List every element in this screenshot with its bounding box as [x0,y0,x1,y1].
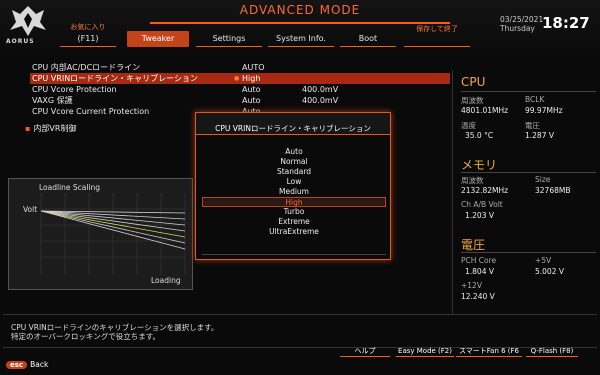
pch-label: PCH Core [461,256,497,265]
back-button[interactable]: esc Back [6,360,48,369]
tab-save-exit-label: 保存して終了 [416,25,458,33]
voltage-section-title: 電圧 [461,238,486,252]
mem-volt-value: 1.203 V [465,211,494,220]
submenu-label: 内部VR制御 [33,124,77,133]
setting-value: High [242,74,261,83]
cpu-temp-label: 温度 [461,121,476,130]
option-high-selected[interactable]: High [202,197,386,207]
tab-favorites-key: (F11) [77,34,99,43]
setting-value: Auto [242,96,261,105]
cpu-section-title: CPU [461,75,486,89]
p12-label: +12V [461,281,482,290]
help-text: CPU VRINロードラインのキャリブレーションを選択します。 特定のオーバーク… [11,323,218,341]
option-auto[interactable]: Auto [202,147,386,157]
setting-row[interactable]: CPU 内部AC/DCロードライン AUTO [30,62,450,73]
option-standard[interactable]: Standard [202,167,386,177]
cpu-bclk-value: 99.97MHz [525,106,563,115]
option-normal[interactable]: Normal [202,157,386,167]
tab-system-info[interactable]: System Info. [268,31,334,47]
p12-value: 12.240 V [461,292,495,301]
p5-label: +5V [535,256,552,265]
memory-section-title: メモリ [461,158,498,172]
tab-favorites-label: お気に入り [70,23,106,31]
help-line: CPU VRINロードラインのキャリブレーションを選択します。 [11,323,219,332]
settings-list: CPU 内部AC/DCロードライン AUTO CPU VRINロードライン・キャ… [30,62,450,117]
cpu-freq-label: 周波数 [461,96,484,105]
loadline-graph: Loadline Scaling Volt Loading [8,178,193,290]
help-line: 特定のオーバークロッキングで役立ちます。 [11,332,160,341]
hardware-monitor-panel: CPU 周波数 BCLK 4801.01MHz 99.97MHz 温度 電圧 3… [452,70,600,315]
submenu-bullet-icon: ▪ [25,124,31,133]
setting-row-selected[interactable]: CPU VRINロードライン・キャリブレーション ● High [30,73,450,84]
mem-freq-value: 2132.82MHz [461,186,509,195]
cpu-bclk-label: BCLK [525,95,545,104]
help-box: CPU VRINロードラインのキャリブレーションを選択します。 特定のオーバーク… [3,314,597,348]
logo-text: AORUS [6,38,35,45]
date-display: 03/25/2021 Thursday [500,15,543,33]
p5-value: 5.002 V [535,267,564,276]
qflash-button[interactable]: Q-Flash (F8) [526,345,578,357]
setting-value: Auto [242,85,261,94]
help-button[interactable]: ヘルプ [340,345,390,357]
setting-label: CPU Vcore Current Protection [32,107,150,116]
setting-label: CPU 内部AC/DCロードライン [32,63,141,72]
setting-value: AUTO [242,63,265,72]
clock: 18:27 [542,14,590,32]
option-low[interactable]: Low [202,177,386,187]
tab-boot[interactable]: Boot [340,31,396,47]
help-area: CPU VRINロードラインのキャリブレーションを選択します。 特定のオーバーク… [0,310,600,375]
graph-plot [40,193,186,275]
options-dialog: CPU VRINロードライン・キャリブレーション Auto Normal Sta… [195,112,391,260]
date-value: 03/25/2021 [500,15,544,24]
mem-volt-label: Ch A/B Volt [461,200,503,209]
back-label: Back [30,360,49,369]
pch-value: 1.804 V [465,267,494,276]
smart-fan-button[interactable]: スマートFan 6 (F6 [456,345,522,357]
easy-mode-button[interactable]: Easy Mode (F2) [396,345,454,357]
tab-favorites[interactable]: お気に入り (F11) [60,23,116,47]
setting-label: CPU Vcore Protection [32,85,117,94]
divider [461,172,596,173]
setting-value-2: 400.0mV [302,85,339,94]
mem-size-label: Size [535,175,551,184]
divider [461,252,596,253]
modified-indicator-icon: ● [234,75,240,82]
option-extreme[interactable]: Extreme [202,217,386,227]
dialog-header: CPU VRINロードライン・キャリブレーション [196,113,390,135]
setting-value-2: 400.0mV [302,96,339,105]
cpu-volt-label: 電圧 [525,121,540,130]
option-turbo[interactable]: Turbo [202,207,386,217]
day-value: Thursday [500,24,535,33]
option-medium[interactable]: Medium [202,187,386,197]
page-title: ADVANCED MODE [239,3,361,17]
cpu-volt-value: 1.287 V [525,131,554,140]
setting-label: CPU VRINロードライン・キャリブレーション [32,74,199,83]
mem-size-value: 32768MB [535,186,571,195]
dialog-option-list: Auto Normal Standard Low Medium High Tur… [202,141,386,255]
cpu-temp-value: 35.0 °C [465,131,494,140]
option-ultraextreme[interactable]: UltraExtreme [202,227,386,237]
dialog-title: CPU VRINロードライン・キャリブレーション [215,124,371,133]
divider [461,91,596,92]
cpu-freq-value: 4801.01MHz [461,106,509,115]
setting-label: VAXG 保護 [32,96,73,105]
mem-freq-label: 周波数 [461,176,484,185]
top-bar: AORUS ADVANCED MODE お気に入り (F11) Tweaker … [0,0,600,50]
tab-save-exit[interactable]: 保存して終了 [404,25,470,47]
tab-tweaker[interactable]: Tweaker [127,31,189,47]
submenu-internal-vr[interactable]: ▪ 内部VR制御 [25,123,76,134]
setting-row[interactable]: VAXG 保護 Auto 400.0mV [30,95,450,106]
esc-key-icon: esc [6,361,28,369]
tab-settings[interactable]: Settings [196,31,262,47]
setting-row[interactable]: CPU Vcore Protection Auto 400.0mV [30,84,450,95]
